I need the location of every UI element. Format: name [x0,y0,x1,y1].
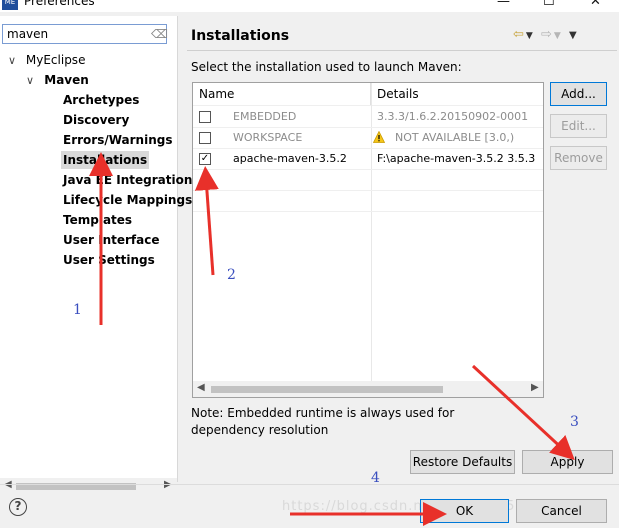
annotation-label-1: 1 [73,302,82,318]
annotation-label-3: 3 [570,414,579,430]
arrow-3 [471,364,575,461]
annotation-label-4: 4 [371,470,380,486]
annotation-arrows-layer [89,152,575,526]
arrow-2 [194,166,219,276]
annotation-label-2: 2 [227,267,236,283]
